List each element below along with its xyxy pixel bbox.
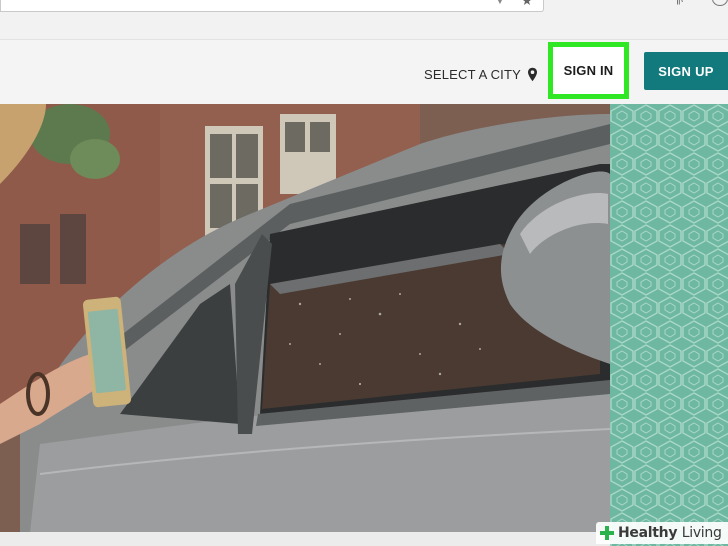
star-icon[interactable]: ★ <box>520 0 534 8</box>
chevron-down-icon[interactable]: ▼ <box>494 0 506 8</box>
pattern-illustration <box>610 104 728 546</box>
sign-in-highlight: SIGN IN <box>548 42 629 99</box>
browser-toolbar: ▼ ★ ||\ <box>0 0 728 40</box>
hero-image <box>0 104 610 532</box>
select-city-link[interactable]: SELECT A CITY <box>424 65 538 83</box>
hero-illustration <box>0 104 610 532</box>
watermark-brand-light: Living <box>681 525 722 541</box>
map-pin-icon <box>528 67 538 81</box>
plus-cross-icon <box>600 526 614 540</box>
watermark: Healthy Living <box>596 522 728 544</box>
watermark-text: Healthy Living <box>618 525 722 541</box>
sign-in-button[interactable]: SIGN IN <box>553 47 624 94</box>
library-icon[interactable]: ||\ <box>676 0 694 5</box>
watermark-brand-bold: Healthy <box>618 525 678 541</box>
site-header: SELECT A CITY SIGN IN SIGN UP <box>0 41 728 104</box>
select-city-label: SELECT A CITY <box>424 66 522 82</box>
page-bottom-strip <box>0 532 610 546</box>
address-bar[interactable] <box>0 0 544 12</box>
account-icon[interactable] <box>712 0 728 6</box>
pattern-panel <box>610 104 728 546</box>
sign-up-button[interactable]: SIGN UP <box>644 52 728 90</box>
